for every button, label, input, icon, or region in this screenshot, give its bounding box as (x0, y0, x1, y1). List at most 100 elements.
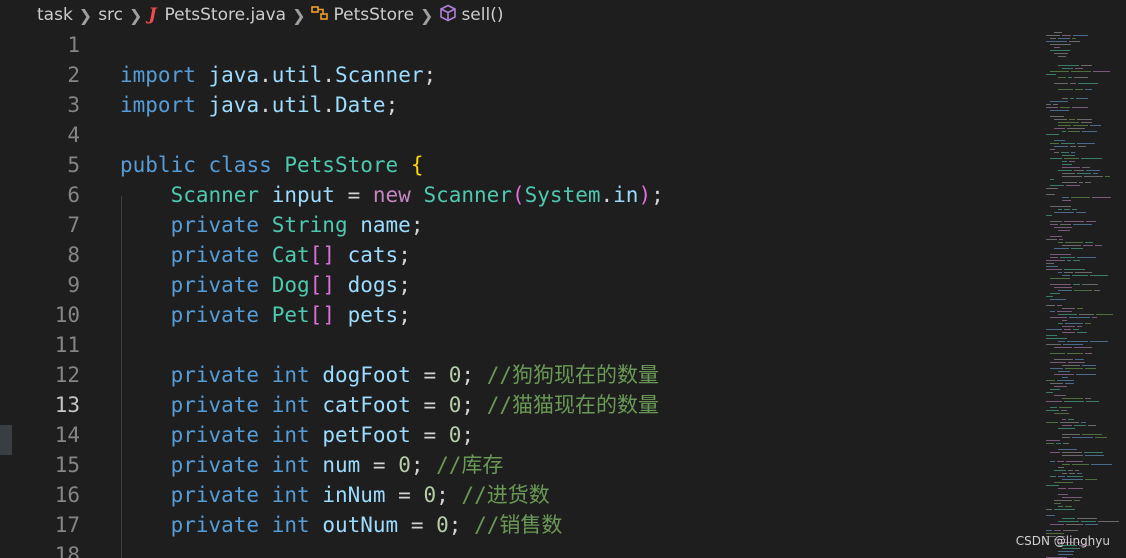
breadcrumb-item-class[interactable]: PetsStore (333, 5, 414, 25)
minimap-line (1065, 383, 1074, 384)
code-line[interactable]: 14 private int petFoot = 0; (0, 420, 1040, 450)
code-token: = (410, 423, 449, 447)
minimap-line (1085, 398, 1091, 399)
minimap-line (1069, 317, 1090, 318)
code-text: import java.util.Date; (120, 90, 398, 120)
minimap-line (1068, 362, 1085, 363)
minimap-line (1050, 278, 1070, 279)
minimap-line (1062, 548, 1080, 549)
minimap-line (1050, 149, 1055, 150)
minimap-line (1076, 374, 1096, 375)
minimap-line (1057, 311, 1072, 312)
minimap-line (1058, 494, 1068, 495)
code-token: = (385, 483, 424, 507)
code-token: dogFoot (322, 363, 411, 387)
code-line[interactable]: 15 private int num = 0; //库存 (0, 450, 1040, 480)
minimap-line (1071, 71, 1091, 72)
code-token: private (170, 213, 272, 237)
code-token: public (120, 153, 209, 177)
minimap-line (1046, 530, 1052, 531)
code-token: int (271, 393, 323, 417)
minimap-line (1074, 170, 1084, 171)
code-token: input (271, 183, 335, 207)
code-line[interactable]: 10 private Pet[] pets; (0, 300, 1040, 330)
minimap-line (1073, 284, 1080, 285)
code-token: catFoot (322, 393, 411, 417)
line-number: 9 (67, 273, 80, 297)
minimap-line (1058, 170, 1072, 171)
code-line[interactable]: 9 private Dog[] dogs; (0, 270, 1040, 300)
code-line[interactable]: 11 (0, 330, 1040, 360)
breadcrumb-item-task[interactable]: task (37, 5, 73, 25)
code-token: = (398, 513, 437, 537)
code-token: private (170, 453, 272, 477)
minimap-line (1075, 68, 1083, 69)
minimap-line (1081, 422, 1086, 423)
code-line[interactable]: 2 import java.util.Scanner; (0, 60, 1040, 90)
minimap-line (1054, 128, 1065, 129)
code-line[interactable]: 12 private int dogFoot = 0; //狗狗现在的数量 (0, 360, 1040, 390)
minimap-line (1046, 266, 1058, 267)
minimap-line (1046, 380, 1055, 381)
code-token: //销售数 (474, 513, 563, 537)
minimap-line (1046, 401, 1062, 402)
minimap-line (1063, 530, 1078, 531)
code-token: int (271, 453, 323, 477)
code-editor[interactable]: 1 2 import java.util.Scanner; 3 import java.… (0, 30, 1040, 558)
minimap-line (1077, 473, 1082, 474)
code-line[interactable]: 7 private String name; (0, 210, 1040, 240)
code-token: . (322, 93, 335, 117)
minimap-line (1066, 524, 1083, 525)
code-line[interactable]: 17 private int outNum = 0; //销售数 (0, 510, 1040, 540)
minimap-line (1085, 455, 1104, 456)
code-line[interactable]: 1 (0, 30, 1040, 60)
code-line[interactable]: 5 public class PetsStore { (0, 150, 1040, 180)
code-text: import java.util.Scanner; (120, 60, 436, 90)
minimap-line (1050, 185, 1064, 186)
line-number: 12 (54, 363, 80, 387)
minimap-line (1054, 413, 1069, 414)
code-token: class (208, 153, 285, 177)
breadcrumb-item-src[interactable]: src (98, 5, 123, 25)
line-number: 13 (54, 393, 80, 417)
code-token: 0 (398, 453, 411, 477)
minimap-line (1046, 74, 1056, 75)
minimap-line (1054, 500, 1072, 501)
minimap-line (1058, 551, 1074, 552)
code-token: 0 (448, 363, 462, 387)
code-line[interactable]: 18 (0, 540, 1040, 558)
minimap-line (1070, 83, 1076, 84)
code-token: java (208, 93, 260, 117)
minimap-line (1064, 269, 1085, 270)
code-token: . (259, 63, 272, 87)
breadcrumb-item-file[interactable]: PetsStore.java (164, 5, 286, 25)
line-number: 16 (54, 483, 80, 507)
minimap-line (1058, 506, 1063, 507)
minimap-line (1062, 497, 1082, 498)
breadcrumb-item-method[interactable]: sell() (461, 5, 503, 25)
line-number: 3 (67, 93, 80, 117)
code-line[interactable]: 3 import java.util.Date; (0, 90, 1040, 120)
minimap-line (1075, 272, 1092, 273)
minimap-line (1046, 440, 1060, 441)
minimap-line (1067, 341, 1088, 342)
code-line[interactable]: 8 private Cat[] cats; (0, 240, 1040, 270)
code-line[interactable]: 6 Scanner input = new Scanner(System.in)… (0, 180, 1040, 210)
code-token: ( (511, 183, 525, 207)
code-line[interactable]: 13 private int catFoot = 0; //猫猫现在的数量 (0, 390, 1040, 420)
minimap-line (1062, 320, 1067, 321)
minimap-line (1046, 260, 1065, 261)
code-line[interactable]: 16 private int inNum = 0; //进货数 (0, 480, 1040, 510)
code-token: Cat (271, 243, 310, 267)
minimap[interactable] (1040, 30, 1126, 558)
minimap-line (1068, 131, 1080, 132)
minimap-line (1046, 344, 1061, 345)
code-token: PetsStore (284, 153, 411, 177)
minimap-line (1074, 500, 1080, 501)
code-line[interactable]: 4 (0, 120, 1040, 150)
minimap-line (1070, 146, 1076, 147)
minimap-line (1082, 167, 1090, 168)
minimap-line (1046, 215, 1052, 216)
